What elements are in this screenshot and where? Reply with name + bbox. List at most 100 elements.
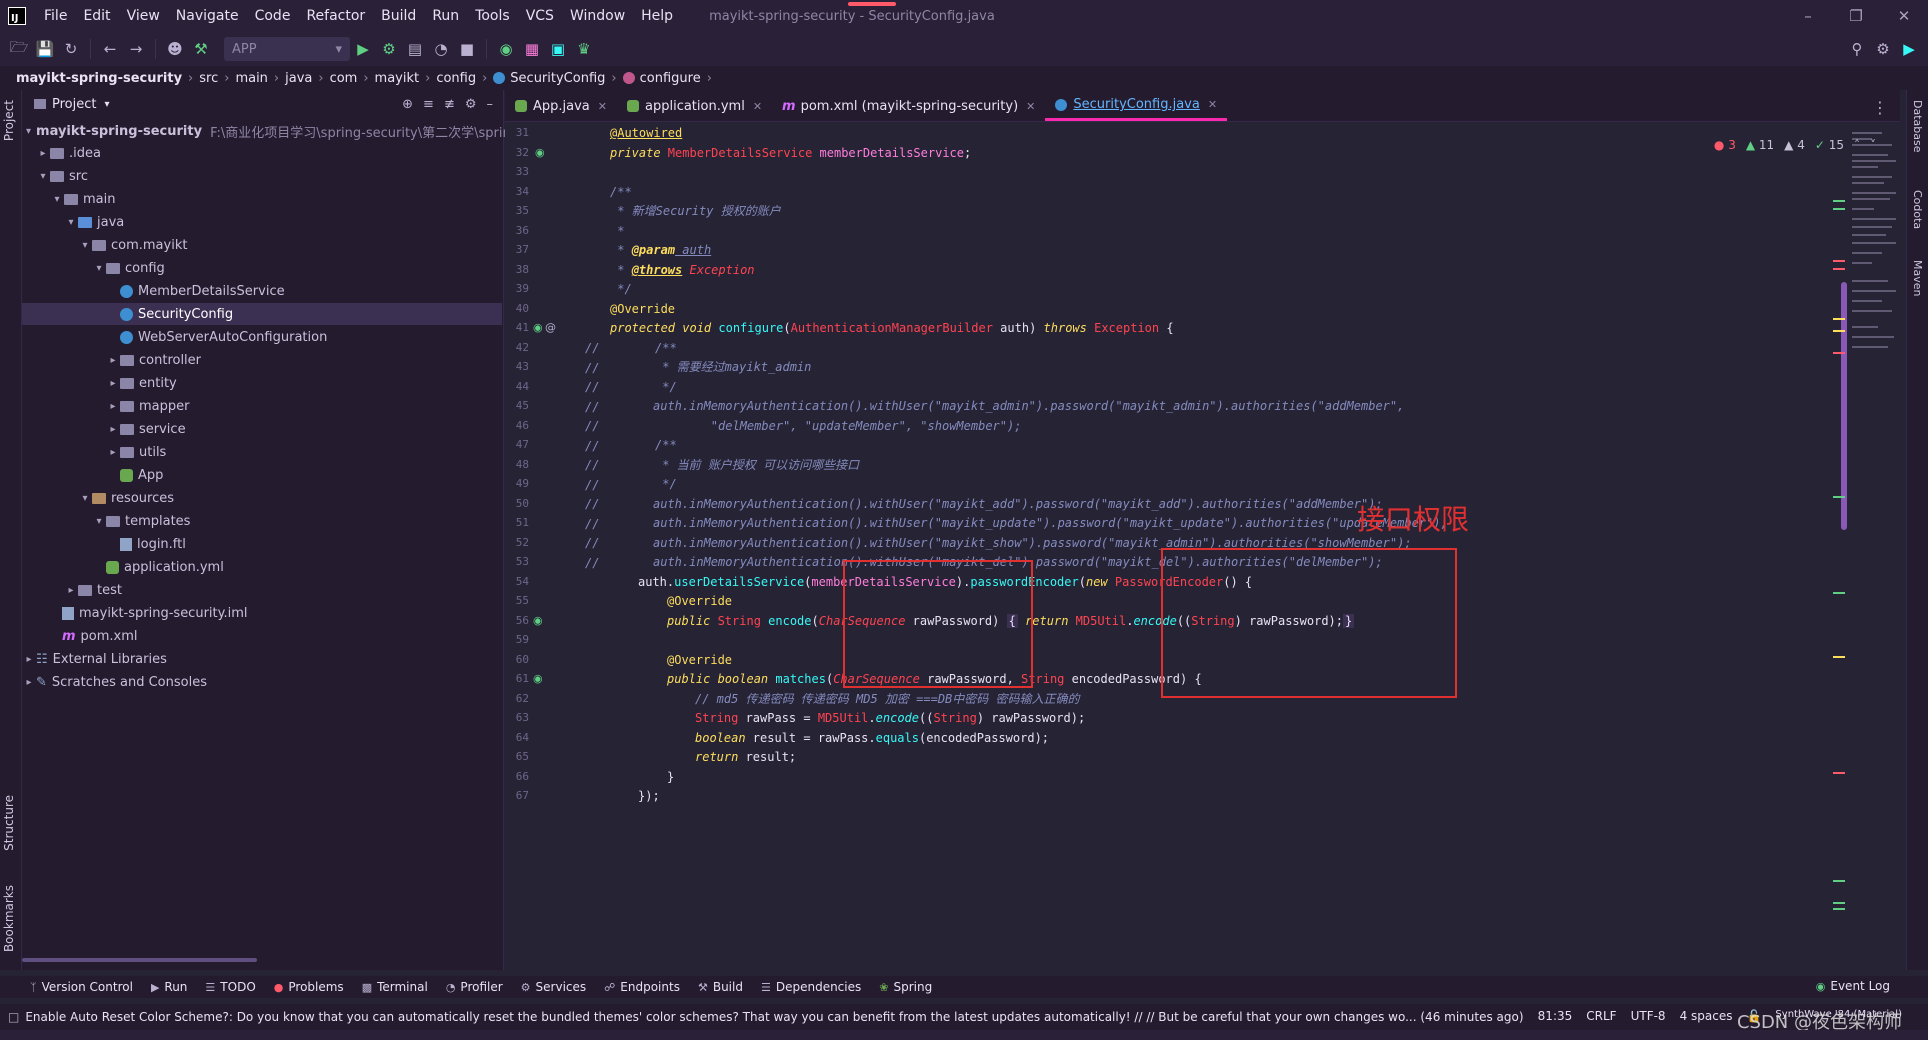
search-everywhere-icon[interactable]: ◉ <box>493 36 519 62</box>
database-tool-button[interactable]: Database <box>1911 100 1924 153</box>
code-editor[interactable]: 31 32 33 34 35 36 37 38 39 40 41 42 43 4… <box>505 122 1905 970</box>
error-stripe-mark[interactable] <box>1833 880 1845 882</box>
tree-item[interactable]: ▾ config <box>92 257 164 279</box>
spring-tool-button[interactable]: ❀ Spring <box>879 980 932 994</box>
chevron-down-icon[interactable]: ▾ <box>104 99 109 110</box>
services-tool-button[interactable]: ⚙ Services <box>521 980 586 994</box>
override-method-icon[interactable]: ◉ <box>533 321 543 334</box>
chevron-right-icon[interactable]: ▸ <box>64 585 78 596</box>
error-stripe-mark[interactable] <box>1833 902 1845 904</box>
menu-window[interactable]: Window <box>562 8 633 24</box>
problems-tool-button[interactable]: ● Problems <box>274 980 344 994</box>
code-minimap[interactable] <box>1848 130 1900 460</box>
close-icon[interactable]: ✕ <box>1026 100 1035 113</box>
collapse-all-icon[interactable]: ≢ <box>444 97 455 112</box>
project-view-selector[interactable]: Project <box>52 97 96 112</box>
build-tool-button[interactable]: ⚒ Build <box>698 980 743 994</box>
event-log-button[interactable]: ◉ Event Log <box>1816 979 1890 993</box>
profiler-tool-button[interactable]: ◔ Profiler <box>446 980 503 994</box>
menu-tools[interactable]: Tools <box>467 8 518 24</box>
tab-application-yml[interactable]: application.yml ✕ <box>617 91 772 121</box>
breadcrumb-item[interactable]: java <box>285 71 312 86</box>
breadcrumb-item[interactable]: src <box>199 71 218 86</box>
close-icon[interactable]: ✕ <box>598 100 607 113</box>
error-stripe-mark[interactable] <box>1833 496 1845 498</box>
run-icon[interactable]: ▶ <box>350 36 376 62</box>
version-control-button[interactable]: ᛉ Version Control <box>30 980 133 994</box>
bookmarks-tool-button[interactable]: Bookmarks <box>2 885 16 952</box>
autowired-bean-icon[interactable]: ◉ <box>535 146 545 159</box>
horizontal-scrollbar[interactable] <box>22 958 257 962</box>
maven-tool-button[interactable]: Maven <box>1911 260 1924 296</box>
build-hammer-icon[interactable]: ⚒ <box>188 36 214 62</box>
tree-item[interactable]: ▾ src <box>36 165 88 187</box>
hide-icon[interactable]: – <box>487 97 494 112</box>
chevron-down-icon[interactable]: ▾ <box>92 516 106 527</box>
chevron-right-icon[interactable]: ▸ <box>106 447 120 458</box>
tree-item[interactable]: ▾ templates <box>92 510 190 532</box>
tab-security-config[interactable]: SecurityConfig.java ✕ <box>1045 91 1228 121</box>
breadcrumb-item[interactable]: mayikt-spring-security <box>16 71 182 86</box>
back-icon[interactable]: ← <box>97 36 123 62</box>
annotation-gutter-icon[interactable]: @ <box>545 321 556 334</box>
error-stripe-mark[interactable] <box>1833 260 1845 262</box>
run-tool-button[interactable]: ▶ Run <box>151 980 187 994</box>
warning-count[interactable]: ▲ 11 <box>1746 138 1774 152</box>
error-stripe-mark[interactable] <box>1833 268 1845 270</box>
error-stripe-mark[interactable] <box>1833 772 1845 774</box>
project-structure-icon[interactable]: ▣ <box>545 36 571 62</box>
tree-item[interactable]: ▸ controller <box>106 349 201 371</box>
status-message[interactable]: □ Enable Auto Reset Color Scheme?: Do you… <box>8 1010 1524 1024</box>
error-stripe-mark[interactable] <box>1833 908 1845 910</box>
structure-tool-button[interactable]: Structure <box>2 795 16 851</box>
menu-build[interactable]: Build <box>373 8 424 24</box>
chevron-right-icon[interactable]: ▸ <box>106 401 120 412</box>
expand-all-icon[interactable]: ≡ <box>423 97 434 112</box>
tab-pom-xml[interactable]: m pom.xml (mayikt-spring-security) ✕ <box>772 91 1045 121</box>
breadcrumb-item[interactable]: com <box>330 71 358 86</box>
chevron-right-icon[interactable]: ▸ <box>22 654 36 665</box>
implement-method-icon[interactable]: ◉ <box>533 672 543 685</box>
tree-item[interactable]: mayikt-spring-security.iml <box>62 602 248 624</box>
chevron-down-icon[interactable]: ▾ <box>92 263 106 274</box>
save-icon[interactable]: 💾 <box>32 36 58 62</box>
close-icon[interactable]: ✕ <box>753 100 762 113</box>
error-stripe-mark[interactable] <box>1833 318 1845 320</box>
gear-icon[interactable]: ⚙ <box>465 97 477 112</box>
code-with-me-icon[interactable]: ▶ <box>1896 36 1922 62</box>
tab-app-java[interactable]: App.java ✕ <box>505 91 617 121</box>
chevron-right-icon[interactable]: ▸ <box>106 424 120 435</box>
tree-item[interactable]: ▸ ☷ External Libraries <box>22 648 166 670</box>
chevron-down-icon[interactable]: ▾ <box>64 217 78 228</box>
coverage-icon[interactable]: ▤ <box>402 36 428 62</box>
menu-file[interactable]: File <box>36 8 75 24</box>
tree-item[interactable]: ▸ .idea <box>36 142 100 164</box>
debug-icon[interactable]: ⚙ <box>376 36 402 62</box>
tree-item[interactable]: ▾ java <box>64 211 124 233</box>
user-icon[interactable]: ☻ <box>162 36 188 62</box>
menu-code[interactable]: Code <box>247 8 299 24</box>
stop-icon[interactable]: ■ <box>454 36 480 62</box>
error-stripe-mark[interactable] <box>1833 330 1845 332</box>
dependencies-tool-button[interactable]: ☰ Dependencies <box>761 980 861 994</box>
plugin-icon[interactable]: ♛ <box>571 36 597 62</box>
tree-item[interactable]: ▸ test <box>64 579 121 601</box>
error-stripe-mark[interactable] <box>1833 592 1845 594</box>
menu-run[interactable]: Run <box>424 8 467 24</box>
chevron-down-icon[interactable]: ▾ <box>36 171 50 182</box>
menu-view[interactable]: View <box>119 8 168 24</box>
forward-icon[interactable]: → <box>123 36 149 62</box>
tree-item-selected[interactable]: SecurityConfig <box>22 303 502 325</box>
tree-item[interactable]: MemberDetailsService <box>120 280 285 302</box>
restore-icon[interactable]: ❐ <box>1832 0 1880 32</box>
chevron-down-icon[interactable]: ▾ <box>78 493 92 504</box>
profile-icon[interactable]: ◔ <box>428 36 454 62</box>
tree-item[interactable]: ▾ main <box>50 188 115 210</box>
menu-help[interactable]: Help <box>633 8 681 24</box>
close-icon[interactable]: ✕ <box>1208 98 1217 111</box>
gear-icon[interactable]: ⚙ <box>1870 36 1896 62</box>
chevron-down-icon[interactable]: ▾ <box>26 126 31 137</box>
breadcrumb-item[interactable]: main <box>235 71 267 86</box>
tree-item[interactable]: m pom.xml <box>62 625 138 647</box>
tree-item[interactable]: ▾ com.mayikt <box>78 234 187 256</box>
